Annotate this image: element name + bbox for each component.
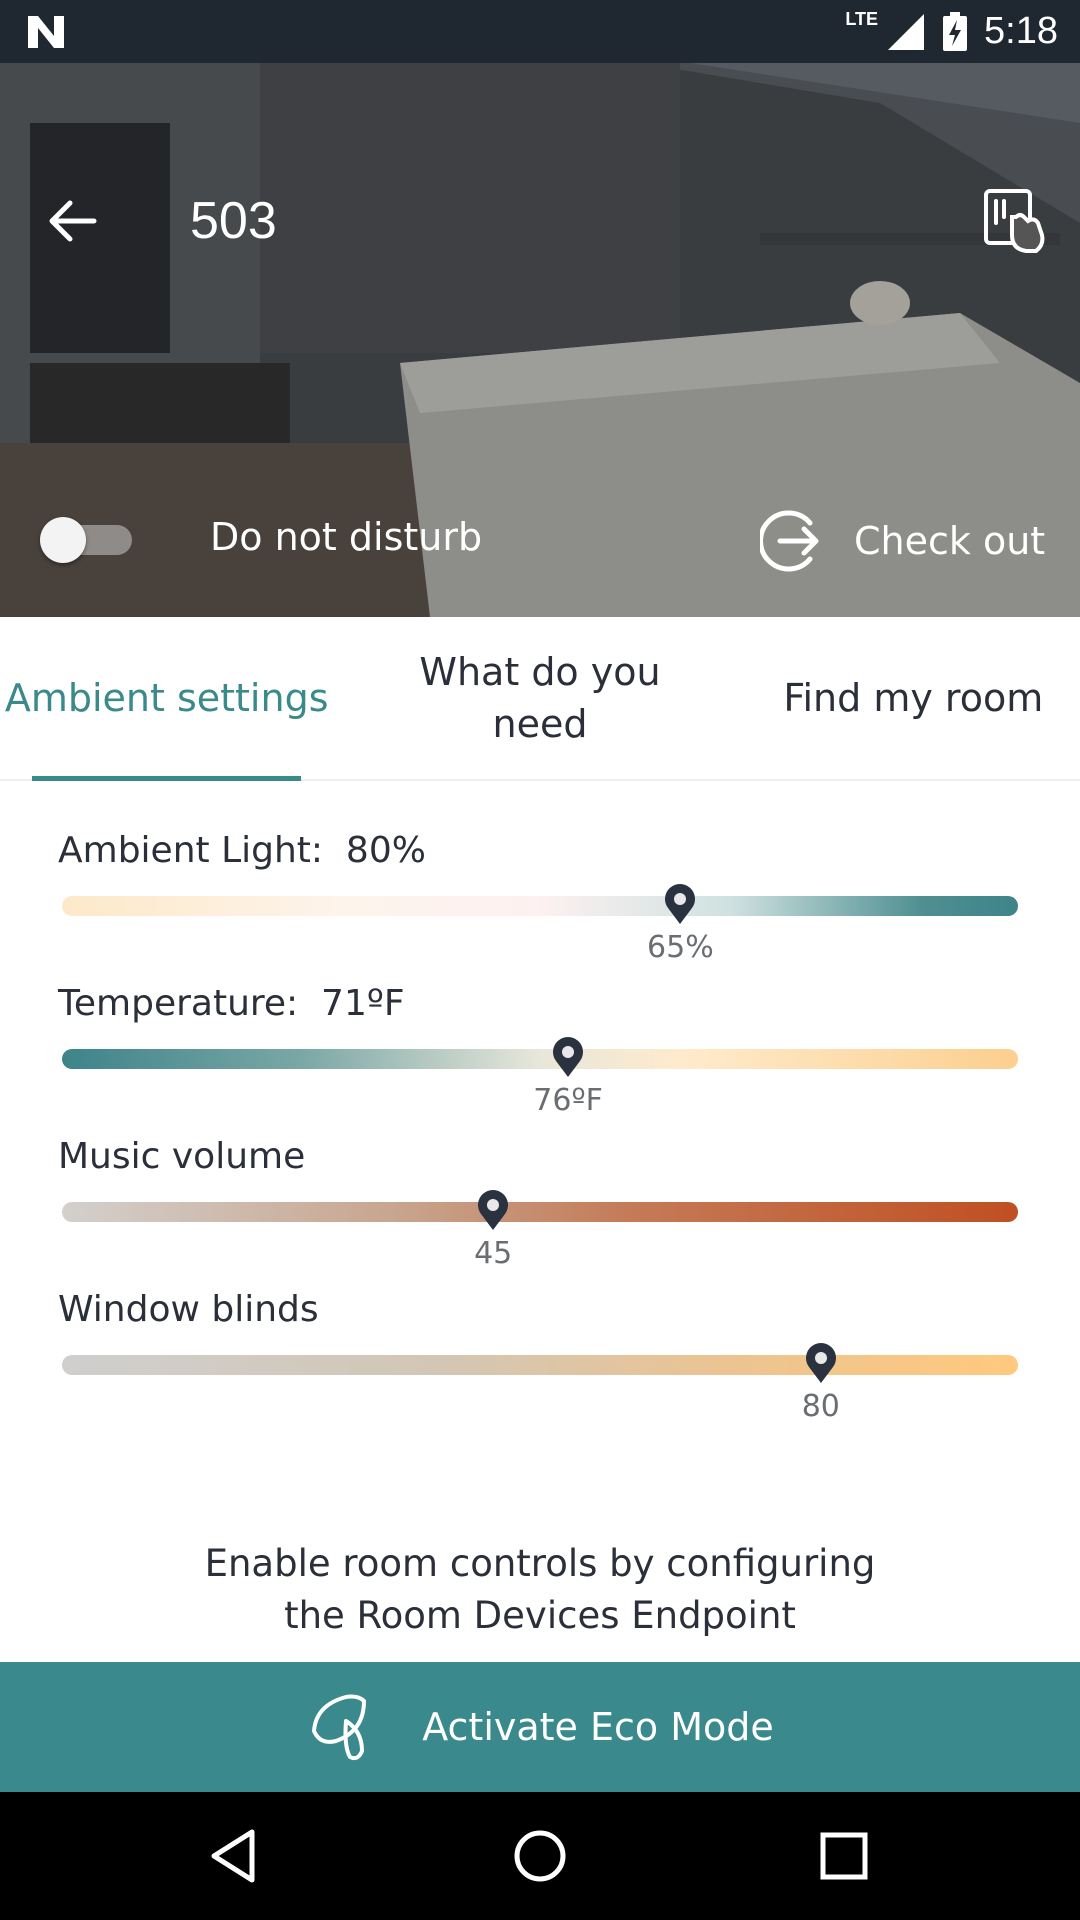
slider-track[interactable] <box>62 896 1018 916</box>
back-triangle-icon[interactable] <box>206 1826 266 1886</box>
slider-label: Temperature: 71ºF <box>58 983 405 1024</box>
system-nav-bar <box>0 1792 1080 1920</box>
back-arrow-icon[interactable] <box>44 193 100 249</box>
info-line: Enable room controls by configuring <box>204 1542 876 1585</box>
slider-label: Ambient Light: 80% <box>58 830 426 871</box>
status-right: LTE 5:18 <box>845 9 1058 53</box>
tab-what-do-you-need[interactable]: What do you need <box>333 617 746 779</box>
home-circle-icon[interactable] <box>510 1826 570 1886</box>
do-not-disturb-toggle[interactable] <box>40 517 136 563</box>
eco-mode-label: Activate Eco Mode <box>422 1705 774 1749</box>
slider-value: 76ºF <box>533 1083 603 1118</box>
battery-charging-icon <box>943 11 968 51</box>
do-not-disturb-label: Do not disturb <box>210 515 483 559</box>
tab-label: Find my room <box>783 676 1044 720</box>
leaf-icon <box>312 1694 367 1761</box>
slider-label: Window blinds <box>58 1289 319 1330</box>
slider-thumb[interactable] <box>550 1037 586 1079</box>
tab-label: What do you need <box>419 650 661 746</box>
check-out-label: Check out <box>854 519 1046 563</box>
tab-label: Ambient settings <box>4 676 329 720</box>
slider-value: 80 <box>801 1389 840 1424</box>
slider-value: 65% <box>647 930 714 965</box>
slider-track[interactable] <box>62 1049 1018 1069</box>
slider-value: 45 <box>474 1236 513 1271</box>
check-out-button[interactable]: Check out <box>760 503 1045 579</box>
notification-n-icon <box>28 15 64 48</box>
slider-thumb[interactable] <box>662 884 698 926</box>
info-line: the Room Devices Endpoint <box>284 1594 796 1637</box>
slider-thumb[interactable] <box>803 1343 839 1385</box>
network-type-label: LTE <box>845 9 879 29</box>
slider-track[interactable] <box>62 1202 1018 1222</box>
slider-thumb[interactable] <box>475 1190 511 1232</box>
clock: 5:18 <box>984 10 1058 52</box>
signal-icon <box>888 13 925 50</box>
exit-arrow-circle-icon <box>760 510 819 572</box>
key-card-tap-icon[interactable] <box>982 187 1048 257</box>
status-left <box>26 14 66 50</box>
status-bar: LTE 5:18 <box>0 0 1080 63</box>
tab-bar: Ambient settings What do you need Find m… <box>0 617 1080 781</box>
recents-square-icon[interactable] <box>814 1826 874 1886</box>
room-hero: 503 Do not disturb Check out <box>0 63 1080 617</box>
room-number-title: 503 <box>190 192 277 250</box>
tab-ambient-settings[interactable]: Ambient settings <box>0 617 333 781</box>
slider-track[interactable] <box>62 1355 1018 1375</box>
room-controls-info: Enable room controls by configuring the … <box>0 1538 1080 1642</box>
tab-find-my-room[interactable]: Find my room <box>747 617 1080 779</box>
slider-label: Music volume <box>58 1136 306 1177</box>
activate-eco-mode-button[interactable]: Activate Eco Mode <box>0 1662 1080 1792</box>
toggle-thumb <box>40 517 86 563</box>
